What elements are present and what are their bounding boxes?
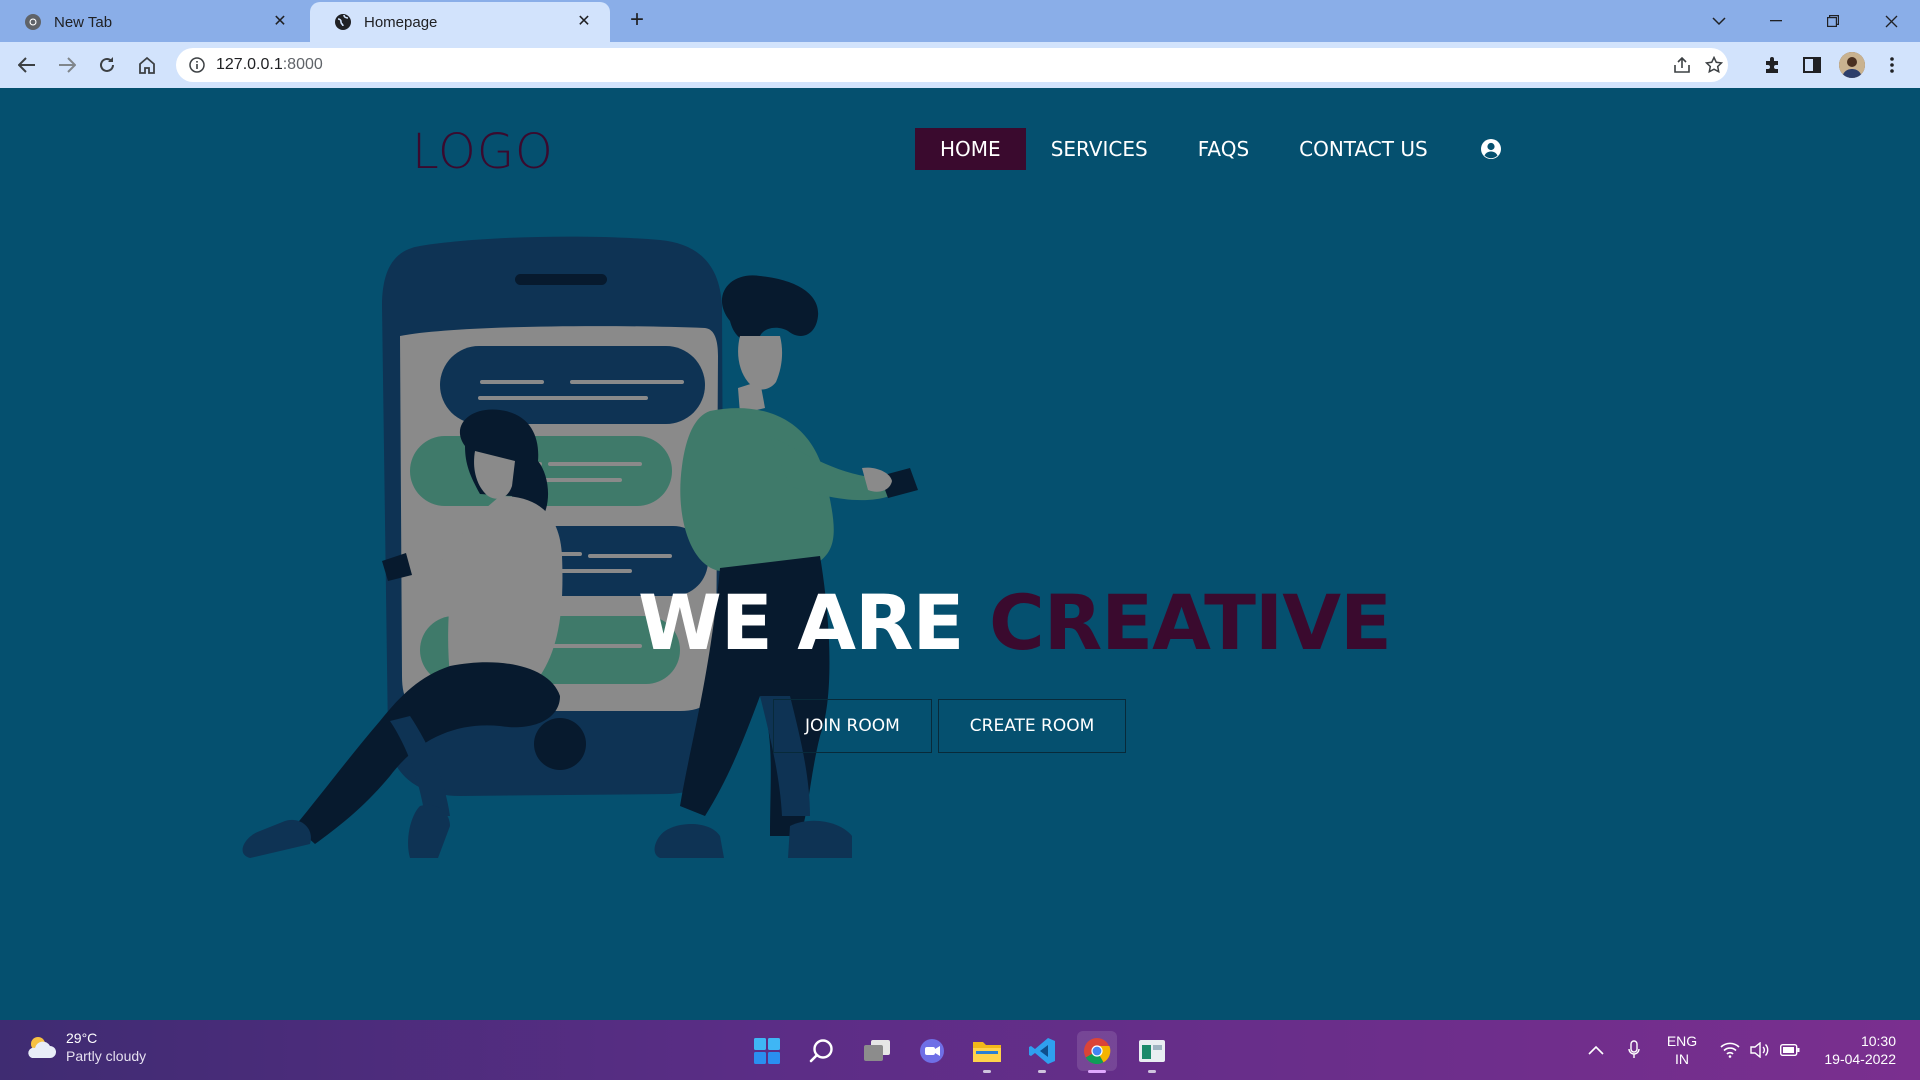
url-text: 127.0.0.1:8000 [216,56,323,74]
close-tab-icon[interactable]: ✕ [270,12,290,32]
chrome-icon[interactable] [1077,1031,1117,1073]
bookmark-star-icon[interactable] [1702,56,1726,74]
globe-icon [334,13,352,31]
site-info-icon[interactable] [188,56,206,74]
main-nav: HOME SERVICES FAQS CONTACT US [915,128,1505,170]
nav-services[interactable]: SERVICES [1026,128,1173,170]
nav-faqs[interactable]: FAQS [1173,128,1274,170]
browser-tab-bar: New Tab ✕ Homepage ✕ + [0,0,1920,42]
weather-description: Partly cloudy [66,1048,147,1064]
partly-cloudy-icon [28,1037,56,1058]
hero-heading: WE ARE CREATIVE [638,578,1392,667]
volume-icon[interactable] [1750,1020,1770,1080]
clock-time: 10:30 [1860,1033,1896,1049]
language-code: ENG [1666,1033,1698,1049]
search-icon[interactable] [802,1031,842,1071]
people-phone-illustration [242,236,918,858]
weather-temperature: 29°C [66,1030,98,1046]
hero-heading-white: WE ARE [638,578,964,667]
microphone-icon[interactable] [1628,1020,1640,1080]
url-port: :8000 [282,56,323,73]
clock-date: 19-04-2022 [1824,1051,1896,1067]
nav-contact-us[interactable]: CONTACT US [1274,128,1453,170]
vscode-icon[interactable] [1022,1031,1062,1073]
share-icon[interactable] [1670,56,1694,74]
task-view-icon[interactable] [857,1031,897,1071]
show-hidden-icons-icon[interactable] [1588,1020,1604,1080]
teams-chat-icon[interactable] [912,1031,952,1071]
file-explorer-icon[interactable] [967,1031,1007,1073]
minimize-icon[interactable] [1761,6,1791,36]
hero-buttons: JOIN ROOM CREATE ROOM [773,699,1127,753]
running-indicator [1088,1070,1106,1073]
tab-search-icon[interactable] [1704,6,1734,36]
tab-homepage[interactable]: Homepage ✕ [310,2,610,42]
tab-new-tab[interactable]: New Tab ✕ [0,2,306,42]
windows-taskbar: 29°C Partly cloudy ENG IN 10:30 19-04-20… [0,1020,1920,1080]
join-room-button[interactable]: JOIN ROOM [773,699,932,753]
close-tab-icon[interactable]: ✕ [574,12,594,32]
close-window-icon[interactable] [1876,6,1906,36]
battery-icon[interactable] [1780,1020,1800,1080]
url-host: 127.0.0.1 [216,56,283,73]
app-window-icon[interactable] [1132,1031,1172,1073]
wifi-icon[interactable] [1720,1020,1740,1080]
running-indicator [1038,1070,1046,1073]
profile-avatar[interactable] [1839,52,1865,78]
weather-widget[interactable]: 29°C Partly cloudy [24,1029,146,1065]
tab-title: New Tab [54,13,113,31]
extensions-puzzle-icon[interactable] [1759,52,1785,78]
create-room-button[interactable]: CREATE ROOM [937,699,1127,753]
back-arrow-icon[interactable] [12,50,42,80]
nav-home[interactable]: HOME [915,128,1026,170]
region-code: IN [1675,1051,1689,1067]
running-indicator [1148,1070,1156,1073]
web-page: LOGO HOME SERVICES FAQS CONTACT US WE AR… [0,88,1920,1020]
system-clock[interactable]: 10:30 19-04-2022 [1810,1032,1896,1068]
address-bar[interactable]: 127.0.0.1:8000 [176,48,1728,82]
side-panel-icon[interactable] [1799,52,1825,78]
start-windows-icon[interactable] [747,1031,787,1071]
chrome-icon [24,13,42,31]
site-logo[interactable]: LOGO [412,124,554,180]
hero-heading-accent: CREATIVE [988,578,1392,667]
tab-title: Homepage [364,13,438,31]
running-indicator [983,1070,991,1073]
home-icon[interactable] [132,50,162,80]
new-tab-icon[interactable]: + [624,8,650,34]
user-account-icon[interactable] [1477,128,1505,170]
browser-toolbar: 127.0.0.1:8000 [0,42,1920,88]
forward-arrow-icon[interactable] [52,50,82,80]
language-indicator[interactable]: ENG IN [1660,1032,1704,1068]
menu-kebab-icon[interactable] [1879,52,1905,78]
reload-icon[interactable] [92,50,122,80]
restore-icon[interactable] [1818,6,1848,36]
